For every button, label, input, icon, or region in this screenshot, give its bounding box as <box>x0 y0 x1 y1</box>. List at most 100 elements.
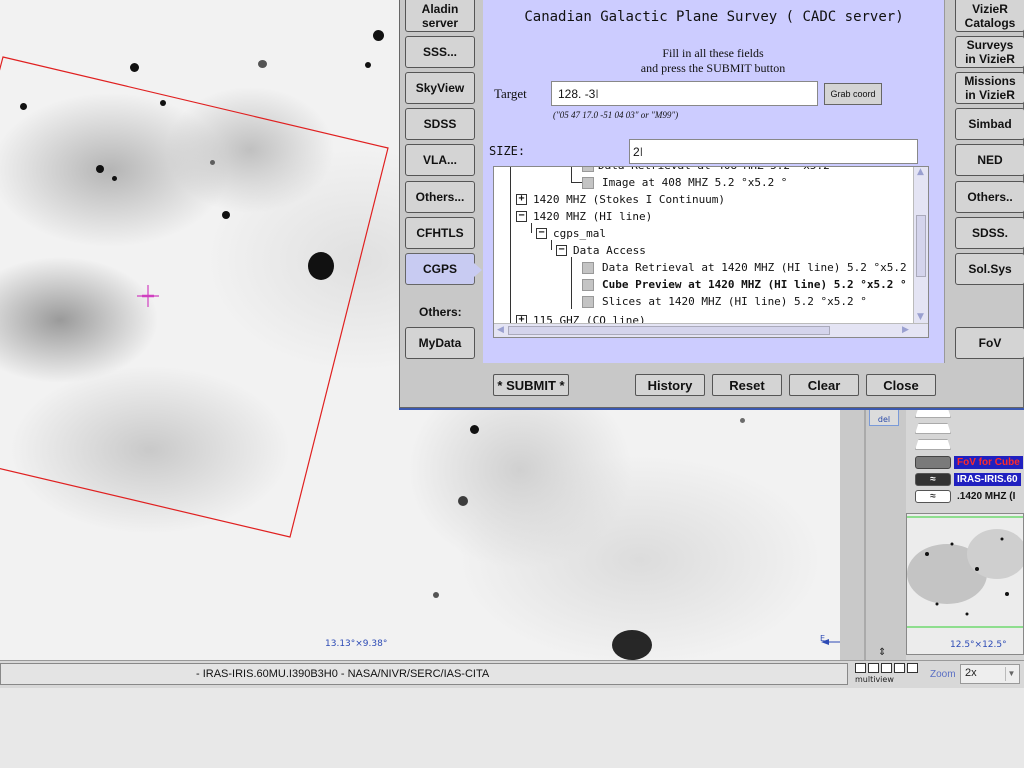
vizier-catalogs-button[interactable]: VizieR Catalogs <box>955 0 1024 32</box>
scroll-down-icon[interactable]: ▼ <box>917 312 924 322</box>
cgps-query-form: Canadian Galactic Plane Survey ( CADC se… <box>483 0 945 363</box>
zoom-select[interactable]: 2x ▼ <box>960 664 1020 684</box>
field-size-label: 13.13°×9.38° <box>325 639 388 649</box>
tree-vertical-scrollbar[interactable]: ▲ ▼ <box>913 167 928 325</box>
status-bar: - IRAS-IRIS.60MU.I390B3H0 - NASA/NIVR/SE… <box>0 660 1024 688</box>
tree-item[interactable]: Slices at 1420 MHZ (HI line) 5.2 °x5.2 ° <box>582 293 867 310</box>
plane-fov-for-cube[interactable]: FoV for Cube <box>915 455 1023 470</box>
delete-label: del <box>877 415 891 424</box>
aladin-server-button[interactable]: Aladin server <box>405 0 475 32</box>
fov-button[interactable]: FoV <box>955 327 1024 359</box>
tree-item[interactable]: + 1420 MHZ (Stokes I Continuum) <box>516 191 725 208</box>
size-value: 2 <box>633 145 640 159</box>
desktop-background <box>0 690 1024 768</box>
grab-coord-button[interactable]: Grab coord <box>824 83 882 105</box>
size-input[interactable]: 2I <box>629 139 918 164</box>
multiview-control[interactable]: multiview <box>855 663 925 687</box>
cfhtls-button[interactable]: CFHTLS <box>405 217 475 249</box>
leaf-icon <box>582 295 594 308</box>
tree-item[interactable]: − cgps_mal <box>536 225 606 242</box>
target-input[interactable]: 128. -3​I <box>551 81 818 106</box>
empty-plane-slot[interactable] <box>915 407 951 418</box>
others-button[interactable]: Others... <box>405 181 475 213</box>
panel-divider[interactable] <box>864 405 866 660</box>
ned-button[interactable]: NED <box>955 144 1024 176</box>
solsys-button[interactable]: Sol.Sys <box>955 253 1024 285</box>
tree-item-label: Cube Preview at 1420 MHZ (HI line) 5.2 °… <box>602 278 907 291</box>
active-pointer-icon <box>474 263 482 277</box>
others-label: Others: <box>419 305 462 319</box>
empty-plane-slot[interactable] <box>915 439 951 450</box>
data-tree[interactable]: Data Retrieval at 408 MHZ 5.2 °x5.2 Imag… <box>493 166 929 338</box>
target-value: 128. -3 <box>558 87 596 101</box>
tree-item-label: Data Retrieval at 1420 MHZ (HI line) 5.2… <box>602 261 907 274</box>
aladin-window: 13.13°×9.38° N E ⌃ del FoV for Cube ≈ IR… <box>0 0 1024 768</box>
scroll-thumb[interactable] <box>916 215 926 277</box>
sdss-button[interactable]: SDSS <box>405 108 475 140</box>
multiview-layout-icons[interactable] <box>855 663 925 675</box>
plane-iras-iris[interactable]: ≈ IRAS-IRIS.60 <box>915 472 1021 487</box>
tree-item-label: Image at 408 MHZ 5.2 °x5.2 ° <box>602 176 788 189</box>
delete-plane-button[interactable]: ⌃ del <box>869 405 899 426</box>
fov-plane-icon <box>915 456 951 469</box>
missions-vizier-button[interactable]: Missions in VizieR <box>955 72 1024 104</box>
zoom-label: Zoom <box>930 669 956 680</box>
reset-button[interactable]: Reset <box>712 374 782 396</box>
cgps-button[interactable]: CGPS <box>405 253 475 285</box>
thumbnail-size-label: 12.5°×12.5° <box>950 640 1007 650</box>
compass-east: E <box>820 634 826 643</box>
tree-item[interactable]: Image at 408 MHZ 5.2 °x5.2 ° <box>582 174 787 191</box>
leaf-icon <box>582 278 594 291</box>
close-button[interactable]: Close <box>866 374 936 396</box>
tree-item[interactable]: − Data Access <box>556 242 646 259</box>
right-sdss-button[interactable]: SDSS. <box>955 217 1024 249</box>
form-instructions: Fill in all these fields and press the S… <box>423 46 1003 76</box>
tree-item-label: cgps_mal <box>553 227 606 240</box>
collapse-icon[interactable]: − <box>516 211 527 222</box>
vla-button[interactable]: VLA... <box>405 144 475 176</box>
multiview-label: multiview <box>855 675 894 684</box>
server-selector-dialog: Aladin server SSS... SkyView SDSS VLA...… <box>399 0 1024 408</box>
zoom-value: 2x <box>965 667 977 679</box>
submit-button[interactable]: * SUBMIT * <box>493 374 569 396</box>
tree-viewport: Data Retrieval at 408 MHZ 5.2 °x5.2 Imag… <box>494 167 914 325</box>
collapse-icon[interactable]: − <box>536 228 547 239</box>
tree-item-selected[interactable]: Cube Preview at 1420 MHZ (HI line) 5.2 °… <box>582 276 907 293</box>
scroll-thumb[interactable] <box>508 326 830 335</box>
history-button[interactable]: History <box>635 374 705 396</box>
split-handle-icon[interactable]: ⇕ <box>878 647 886 658</box>
collapse-icon[interactable]: − <box>556 245 567 256</box>
image-plane-icon: ≈ <box>915 490 951 503</box>
scroll-up-icon[interactable]: ▲ <box>917 167 924 177</box>
compass-icon <box>821 639 840 645</box>
plane-1420-mhz[interactable]: ≈ .1420 MHZ (I <box>915 489 1018 504</box>
surveys-vizier-button[interactable]: Surveys in VizieR <box>955 36 1024 68</box>
reticle-icon <box>137 285 159 307</box>
tree-item-label: 1420 MHZ (HI line) <box>533 210 653 223</box>
image-plane-icon: ≈ <box>915 473 951 486</box>
instructions-line: Fill in all these fields <box>662 46 764 60</box>
tree-item[interactable]: Data Retrieval at 1420 MHZ (HI line) 5.2… <box>582 259 907 276</box>
skyview-button[interactable]: SkyView <box>405 72 475 104</box>
tree-item-label: 1420 MHZ (Stokes I Continuum) <box>533 193 726 206</box>
form-title: Canadian Galactic Plane Survey ( CADC se… <box>524 9 904 25</box>
simbad-button[interactable]: Simbad <box>955 108 1024 140</box>
expand-icon[interactable]: + <box>516 194 527 205</box>
scroll-left-icon[interactable]: ◀ <box>497 325 504 335</box>
right-others-button[interactable]: Others.. <box>955 181 1024 213</box>
tree-item-label: Slices at 1420 MHZ (HI line) 5.2 °x5.2 ° <box>602 295 867 308</box>
empty-plane-slot[interactable] <box>915 423 951 434</box>
tree-horizontal-scrollbar[interactable]: ◀ ▶ <box>494 323 928 337</box>
overview-thumbnail[interactable] <box>906 513 1024 655</box>
partial-tree-row: Data Retrieval at 408 MHZ 5.2 °x5.2 <box>598 167 830 172</box>
target-label: Target <box>494 86 527 101</box>
dropdown-arrow-icon: ▼ <box>1005 667 1017 681</box>
leaf-icon <box>582 176 594 189</box>
scroll-right-icon[interactable]: ▶ <box>902 325 909 335</box>
mydata-button[interactable]: MyData <box>405 327 475 359</box>
size-label: SIZE: <box>489 144 526 158</box>
tree-item[interactable]: − 1420 MHZ (HI line) <box>516 208 652 225</box>
plane-label: .1420 MHZ (I <box>957 491 1016 502</box>
clear-button[interactable]: Clear <box>789 374 859 396</box>
status-text: - IRAS-IRIS.60MU.I390B3H0 - NASA/NIVR/SE… <box>0 663 848 685</box>
